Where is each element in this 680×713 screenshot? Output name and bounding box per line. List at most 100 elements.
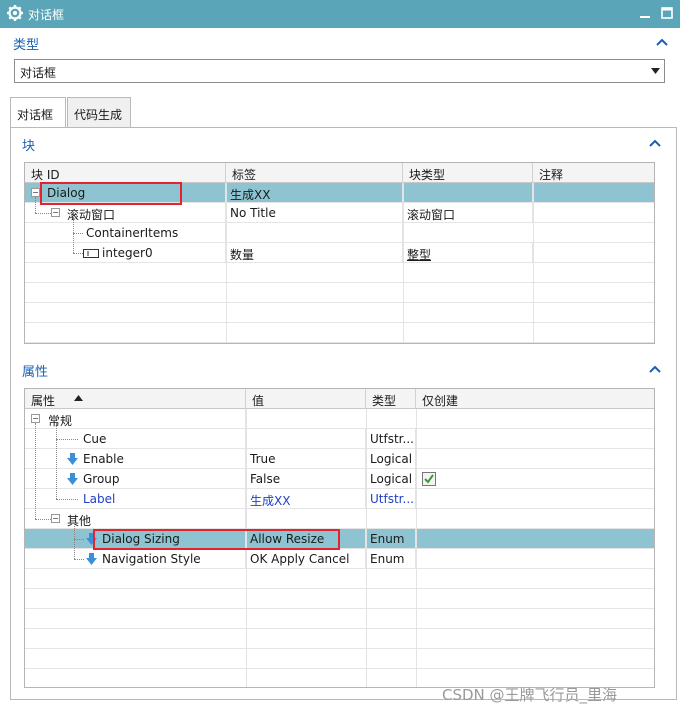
prop-type-cell: Logical	[370, 449, 416, 469]
table-row	[25, 323, 654, 343]
table-row[interactable]: Label 生成XX Utfstr...	[25, 489, 654, 509]
col-block-id[interactable]: 块 ID	[25, 163, 226, 183]
table-row	[25, 589, 654, 609]
col-block-type[interactable]: 块类型	[403, 163, 533, 183]
sort-up-icon	[74, 395, 83, 401]
prop-name-cell: Cue	[83, 429, 246, 449]
tree-connector	[74, 559, 84, 560]
prop-value-cell: 生成XX	[250, 489, 366, 509]
gear-icon	[7, 5, 23, 21]
table-row[interactable]: integer0 数量 整型	[25, 243, 654, 263]
collapse-node-icon[interactable]: −	[51, 514, 60, 523]
block-type-cell: 滚动窗口	[407, 203, 533, 223]
table-row[interactable]: ContainerItems	[25, 223, 654, 243]
col-property[interactable]: 属性	[25, 389, 246, 409]
col-note[interactable]: 注释	[533, 163, 654, 183]
block-id-cell: 滚动窗口	[67, 203, 226, 223]
prop-type-cell: Utfstr...	[370, 489, 416, 509]
table-row	[25, 303, 654, 323]
tree-connector	[35, 213, 51, 214]
tree-connector	[74, 539, 84, 540]
type-select-value: 对话框	[20, 66, 57, 80]
integer-field-icon	[83, 249, 99, 258]
collapse-node-icon[interactable]: −	[31, 414, 40, 423]
block-id-cell: ContainerItems	[86, 223, 226, 243]
tree-connector	[73, 233, 83, 234]
arrow-down-icon	[86, 553, 97, 565]
block-type-cell: 整型	[407, 243, 533, 263]
table-row	[25, 569, 654, 589]
table-row[interactable]: Cue Utfstr...	[25, 429, 654, 449]
column-divider	[533, 183, 534, 343]
label-cell	[230, 223, 403, 243]
tree-connector	[74, 523, 75, 559]
prop-name-cell: Label	[83, 489, 246, 509]
col-label[interactable]: 标签	[226, 163, 403, 183]
window-titlebar: 对话框	[0, 0, 680, 28]
column-divider	[366, 409, 367, 687]
tab-dialog[interactable]: 对话框	[10, 97, 66, 128]
tree-connector	[35, 423, 36, 519]
block-type-cell	[403, 183, 533, 203]
collapse-prop-icon[interactable]	[648, 364, 662, 374]
table-row	[25, 263, 654, 283]
collapse-node-icon[interactable]: −	[51, 208, 60, 217]
prop-value-cell	[250, 429, 366, 449]
label-cell: 生成XX	[230, 183, 403, 203]
prop-name-cell: Navigation Style	[102, 549, 246, 569]
tree-connector	[56, 499, 78, 500]
type-section-title: 类型	[13, 38, 40, 53]
tab-bar: 对话框 代码生成	[10, 97, 680, 128]
collapse-block-icon[interactable]	[648, 138, 662, 148]
maximize-icon[interactable]	[660, 6, 674, 20]
chevron-down-icon	[651, 68, 660, 74]
table-row[interactable]: Group False Logical	[25, 469, 654, 489]
col-create-only[interactable]: 仅创建	[416, 389, 654, 409]
prop-type-cell: Utfstr...	[370, 429, 416, 449]
tree-connector	[73, 217, 74, 253]
prop-type-cell: Logical	[370, 469, 416, 489]
watermark: CSDN @王牌飞行员_里海	[442, 686, 618, 704]
prop-grid-header: 属性 值 类型 仅创建	[25, 389, 654, 409]
group-label: 常规	[48, 409, 246, 429]
prop-name-cell: Group	[83, 469, 246, 489]
tab-codegen[interactable]: 代码生成	[67, 97, 131, 127]
collapse-type-icon[interactable]	[655, 37, 669, 47]
prop-name-cell: Enable	[83, 449, 246, 469]
table-row[interactable]: 其他	[25, 509, 654, 529]
tree-connector	[56, 423, 57, 499]
arrow-down-icon	[67, 453, 78, 465]
table-row[interactable]: Enable True Logical	[25, 449, 654, 469]
column-divider	[416, 409, 417, 687]
prop-type-cell: Enum	[370, 529, 416, 549]
label-cell: No Title	[230, 203, 403, 223]
arrow-down-icon	[67, 473, 78, 485]
column-divider	[403, 183, 404, 343]
minimize-icon[interactable]	[638, 6, 652, 20]
column-divider	[226, 183, 227, 343]
table-row	[25, 649, 654, 669]
table-row	[25, 629, 654, 649]
checkbox-checked-icon[interactable]	[422, 472, 436, 486]
block-id-cell: integer0	[102, 243, 226, 263]
block-grid-header: 块 ID 标签 块类型 注释	[25, 163, 654, 183]
group-label: 其他	[67, 509, 246, 529]
window-title: 对话框	[28, 8, 65, 22]
table-row[interactable]: 常规	[25, 409, 654, 429]
col-value[interactable]: 值	[246, 389, 366, 409]
tree-connector	[56, 439, 78, 440]
table-row	[25, 609, 654, 629]
prop-type-cell: Enum	[370, 549, 416, 569]
col-property-label: 属性	[31, 394, 56, 408]
col-type[interactable]: 类型	[366, 389, 416, 409]
table-row[interactable]: Navigation Style OK Apply Cancel Enum	[25, 549, 654, 569]
highlight-box	[40, 182, 182, 205]
table-row	[25, 283, 654, 303]
prop-value-cell: False	[250, 469, 366, 489]
table-row[interactable]: 滚动窗口 No Title 滚动窗口	[25, 203, 654, 223]
prop-value-cell: OK Apply Cancel	[250, 549, 366, 569]
prop-value-cell: True	[250, 449, 366, 469]
label-cell: 数量	[230, 243, 403, 263]
type-select[interactable]: 对话框	[14, 59, 665, 83]
collapse-node-icon[interactable]: −	[31, 188, 40, 197]
